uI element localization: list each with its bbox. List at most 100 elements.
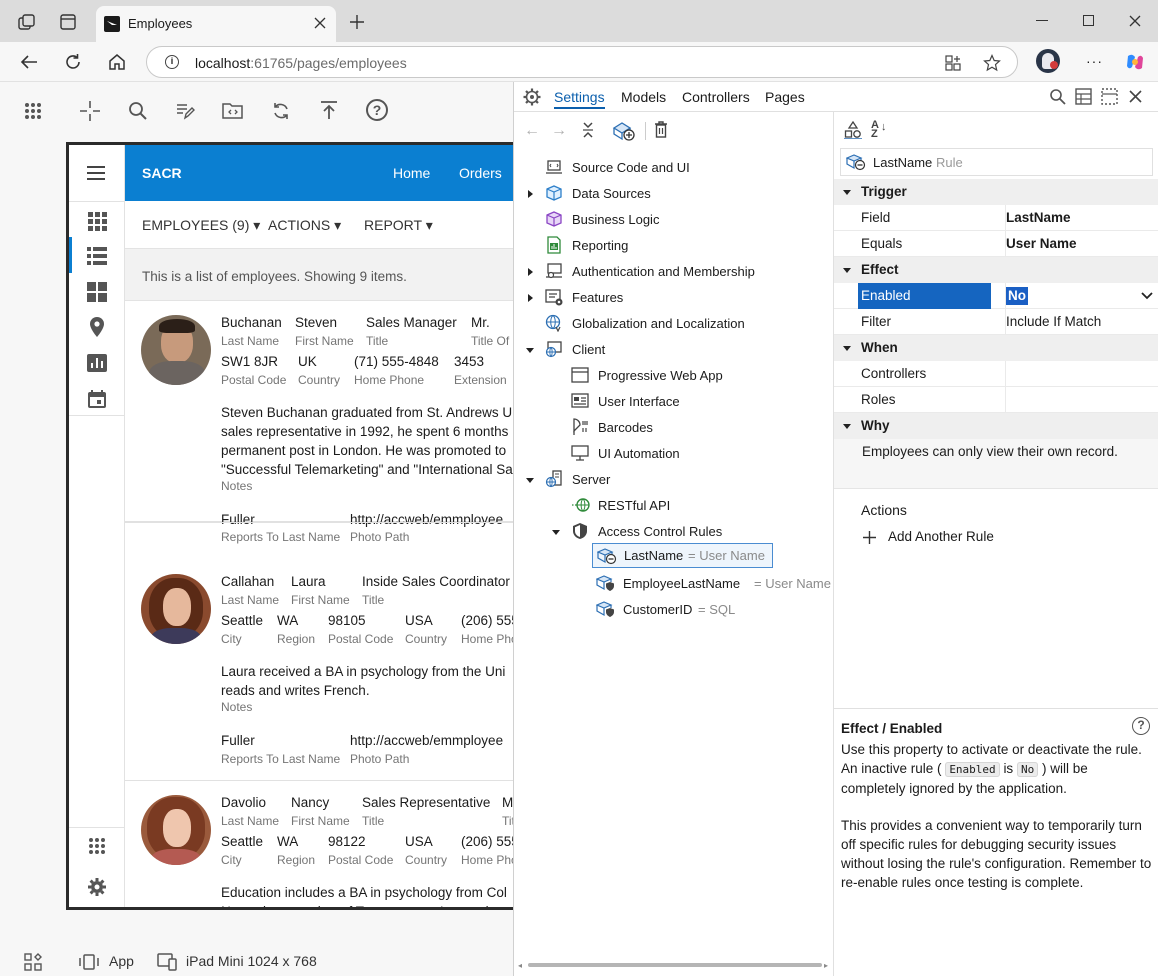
maximize-icon[interactable] (1083, 15, 1094, 26)
table-view-icon[interactable] (1075, 88, 1092, 105)
employee-card[interactable]: Callahan Laura Inside Sales Coordinator … (125, 560, 513, 781)
tree-node-business-logic[interactable]: Business Logic (514, 208, 834, 232)
edit-list-icon[interactable] (175, 101, 195, 121)
workspaces-icon[interactable] (18, 14, 36, 30)
property-value[interactable]: LastName (1005, 205, 1157, 231)
property-controllers[interactable]: Controllers (834, 361, 1158, 387)
map-pin-icon[interactable] (89, 317, 105, 337)
close-panel-icon[interactable] (1129, 90, 1142, 103)
property-filter[interactable]: Filter Include If Match (834, 309, 1158, 335)
tab-pages[interactable]: Pages (765, 89, 805, 105)
report-menu[interactable]: REPORT ▾ (364, 217, 433, 234)
expand-arrow-icon[interactable] (528, 294, 533, 302)
tree-forward-icon[interactable]: → (551, 122, 567, 140)
actions-menu[interactable]: ACTIONS ▾ (268, 217, 341, 234)
employee-card[interactable]: Buchanan Steven Sales Manager Mr. Last N… (125, 301, 513, 527)
hamburger-menu-icon[interactable] (86, 165, 106, 181)
employees-view-menu[interactable]: EMPLOYEES (9) ▾ (142, 217, 260, 234)
layout-dotted-icon[interactable] (1101, 88, 1118, 105)
nav-orders[interactable]: Orders (459, 165, 502, 181)
app-mode-label[interactable]: App (109, 953, 134, 969)
address-bar[interactable]: i localhost:61765/pages/employees (146, 46, 1018, 78)
categorized-view-icon[interactable] (844, 121, 862, 139)
more-apps-icon[interactable] (88, 837, 106, 855)
collapse-arrow-icon[interactable] (526, 348, 534, 353)
enabled-select[interactable]: No (1005, 283, 1157, 309)
layout-grid-icon[interactable] (24, 953, 42, 971)
tree-node-client[interactable]: Client (514, 338, 834, 362)
collapse-arrow-icon[interactable] (526, 478, 534, 483)
search-icon[interactable] (128, 101, 148, 121)
tree-node-rule-employeelastname[interactable]: EmployeeLastName = User Name (592, 572, 834, 596)
help-question-icon[interactable]: ? (1132, 717, 1150, 735)
inspect-crosshair-icon[interactable] (80, 101, 100, 121)
employee-card[interactable]: Davolio Nancy Sales Representative M Las… (125, 781, 513, 907)
publish-icon[interactable] (319, 100, 339, 120)
tab-settings[interactable]: Settings (554, 89, 605, 109)
new-tab-icon[interactable] (350, 15, 364, 29)
tree-node-globalization[interactable]: Globalization and Localization (514, 312, 834, 336)
tree-node-pwa[interactable]: Progressive Web App (514, 364, 834, 388)
settings-gear-icon[interactable] (87, 877, 107, 897)
device-size-label[interactable]: iPad Mini 1024 x 768 (186, 953, 317, 969)
alphabetical-sort-icon[interactable]: A Z ↓ (871, 120, 887, 140)
close-tab-icon[interactable] (314, 17, 326, 29)
collapse-arrow-icon[interactable] (843, 346, 851, 351)
add-another-rule-button[interactable]: Add Another Rule (863, 528, 1023, 548)
browser-tab-employees[interactable]: Employees (96, 6, 336, 42)
tree-node-reporting[interactable]: Reporting (514, 234, 834, 258)
site-info-icon[interactable]: i (165, 55, 179, 69)
delete-icon[interactable] (654, 121, 668, 138)
tree-node-source-code[interactable]: Source Code and UI (514, 156, 834, 180)
section-why[interactable]: Why (834, 413, 1158, 439)
home-icon[interactable] (108, 53, 126, 71)
app-device-icon[interactable] (78, 954, 100, 970)
property-value[interactable]: Include If Match (1005, 309, 1157, 335)
expand-arrow-icon[interactable] (528, 268, 533, 276)
property-enabled[interactable]: Enabled No (834, 283, 1158, 309)
tab-models[interactable]: Models (621, 89, 666, 105)
property-equals[interactable]: Equals User Name (834, 231, 1158, 257)
app-brand[interactable]: SACR (142, 165, 182, 181)
chevron-down-icon[interactable] (1141, 292, 1153, 300)
tree-back-icon[interactable]: ← (524, 122, 540, 140)
favorite-star-icon[interactable] (983, 54, 1001, 72)
expand-arrow-icon[interactable] (528, 190, 533, 198)
help-icon[interactable]: ? (366, 99, 388, 121)
property-roles[interactable]: Roles (834, 387, 1158, 413)
tree-node-rule-customerid[interactable]: CustomerID = SQL (592, 598, 834, 622)
collapse-arrow-icon[interactable] (552, 530, 560, 535)
list-view-icon[interactable] (87, 247, 107, 265)
close-window-icon[interactable] (1129, 15, 1141, 27)
tree-node-barcodes[interactable]: Barcodes (514, 416, 834, 440)
property-field[interactable]: Field LastName (834, 205, 1158, 231)
profile-avatar[interactable] (1036, 49, 1060, 73)
vertical-tabs-icon[interactable] (60, 14, 76, 30)
collapse-arrow-icon[interactable] (843, 268, 851, 273)
section-when[interactable]: When (834, 335, 1158, 361)
apps-grid-icon[interactable] (24, 102, 42, 120)
app-available-icon[interactable] (945, 55, 961, 71)
calendar-view-icon[interactable] (87, 389, 107, 409)
tree-node-user-interface[interactable]: User Interface (514, 390, 834, 414)
chart-view-icon[interactable] (87, 354, 107, 372)
panel-search-icon[interactable] (1049, 88, 1066, 105)
designer-gear-icon[interactable] (523, 88, 541, 106)
tree-node-authentication[interactable]: Authentication and Membership (514, 260, 834, 284)
sync-icon[interactable] (271, 101, 291, 121)
more-options-icon[interactable]: ··· (1086, 54, 1103, 68)
property-value-empty[interactable] (1005, 387, 1157, 413)
minimize-icon[interactable] (1036, 20, 1048, 21)
why-text-area[interactable]: Employees can only view their own record… (834, 439, 1158, 489)
tree-node-restful-api[interactable]: RESTful API (514, 494, 834, 518)
collapse-arrow-icon[interactable] (843, 424, 851, 429)
back-icon[interactable] (20, 54, 38, 70)
collapse-all-icon[interactable] (582, 121, 594, 139)
collapse-arrow-icon[interactable] (843, 190, 851, 195)
refresh-icon[interactable] (64, 53, 82, 71)
cards-view-icon[interactable] (87, 282, 107, 302)
tree-node-server[interactable]: Server (514, 468, 834, 492)
folder-code-icon[interactable] (222, 101, 244, 121)
tree-node-data-sources[interactable]: Data Sources (514, 182, 834, 206)
tree-horizontal-scrollbar[interactable]: ◂ ▸ (518, 960, 830, 970)
